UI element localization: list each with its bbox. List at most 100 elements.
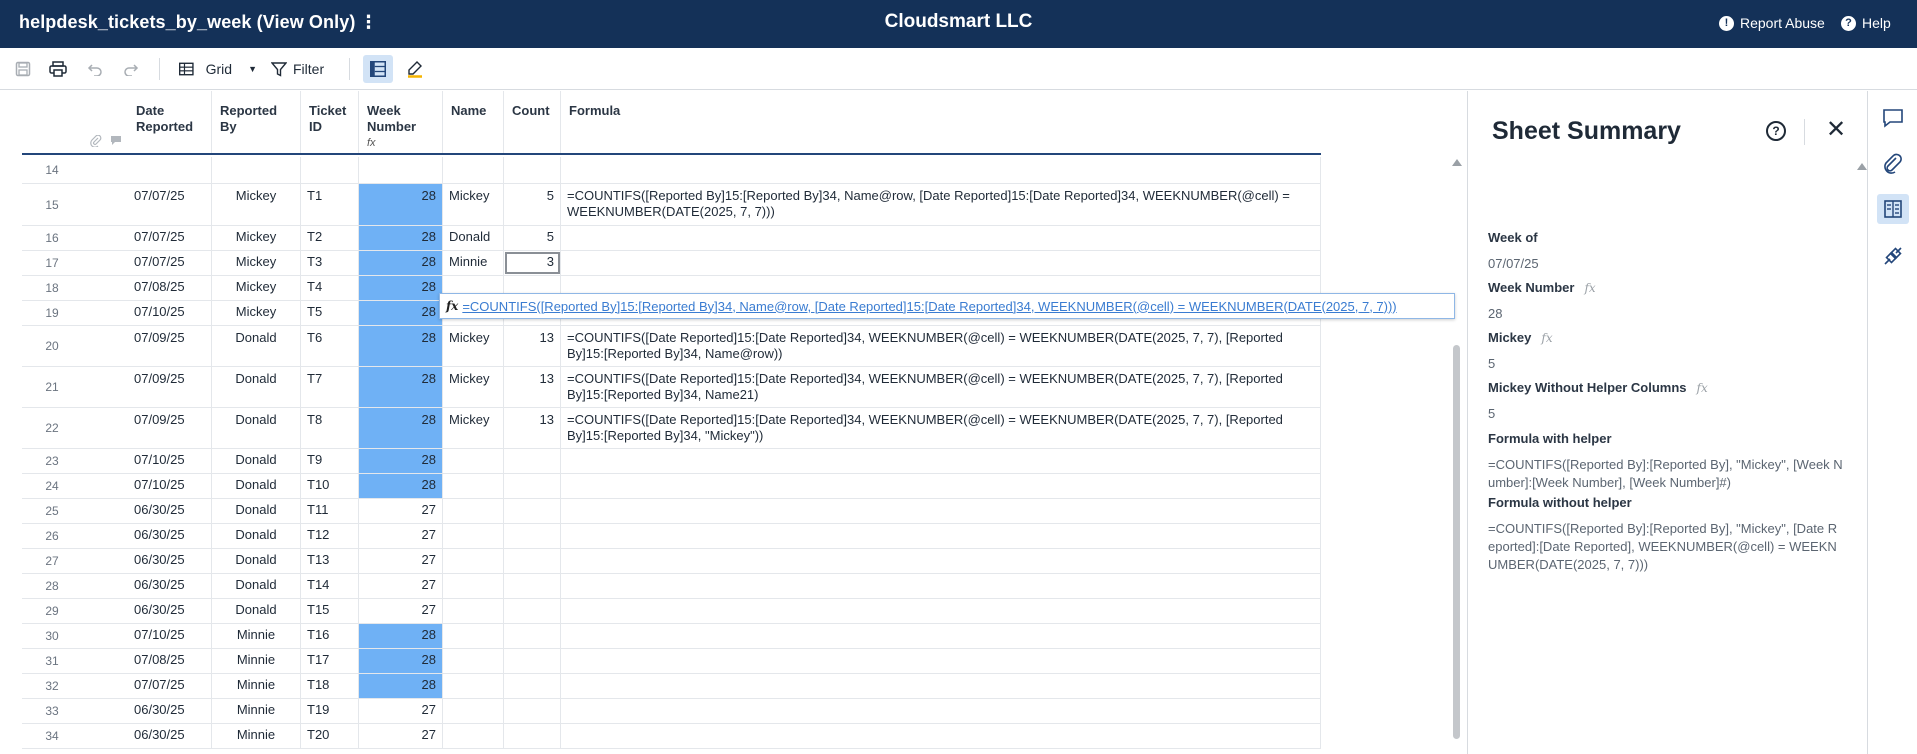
cell-ticket-id[interactable]: T8 — [301, 408, 359, 448]
table-row[interactable]: 31 07/08/25 Minnie T17 28 — [22, 649, 1321, 674]
column-header-ticket-id[interactable]: Ticket ID — [301, 91, 359, 153]
cell-ticket-id[interactable]: T19 — [301, 699, 359, 723]
cell-name[interactable] — [443, 549, 504, 573]
cell-reported-by[interactable]: Mickey — [212, 251, 301, 275]
table-row[interactable]: 21 07/09/25 Donald T7 28 Mickey 13 =COUNTIFS([D… — [22, 367, 1321, 408]
row-number[interactable]: 18 — [22, 276, 82, 300]
cell-count[interactable] — [504, 674, 561, 698]
row-number[interactable]: 32 — [22, 674, 82, 698]
cell-reported-by[interactable]: Donald — [212, 524, 301, 548]
column-header-date-reported[interactable]: Date Reported — [128, 91, 212, 153]
cell-count[interactable] — [504, 499, 561, 523]
sheet-summary-toggle[interactable] — [363, 55, 393, 83]
cell-count[interactable]: 13 — [504, 367, 561, 407]
summary-field[interactable]: Formula with helper =COUNTIFS([Reported B… — [1488, 431, 1843, 492]
help-link[interactable]: ? Help — [1841, 15, 1891, 31]
redo-icon[interactable] — [120, 57, 142, 81]
row-number[interactable]: 23 — [22, 449, 82, 473]
cell-date-reported[interactable]: 07/09/25 — [128, 326, 212, 366]
cell-week-number[interactable]: 27 — [359, 524, 443, 548]
cell-reported-by[interactable]: Minnie — [212, 649, 301, 673]
cell-reported-by[interactable]: Mickey — [212, 276, 301, 300]
cell-formula[interactable]: =COUNTIFS([Date Reported]15:[Date Report… — [561, 408, 1321, 448]
row-number[interactable]: 27 — [22, 549, 82, 573]
cell-date-reported[interactable]: 06/30/25 — [128, 499, 212, 523]
cell-week-number[interactable]: 27 — [359, 699, 443, 723]
row-number[interactable]: 14 — [22, 157, 82, 183]
cell-count[interactable] — [504, 574, 561, 598]
cell-date-reported[interactable]: 07/07/25 — [128, 226, 212, 250]
connections-icon[interactable] — [1877, 241, 1909, 271]
cell-date-reported[interactable]: 07/10/25 — [128, 301, 212, 325]
row-number[interactable]: 31 — [22, 649, 82, 673]
column-header-formula[interactable]: Formula — [561, 91, 1321, 153]
cell-name[interactable]: Minnie — [443, 251, 504, 275]
cell-ticket-id[interactable]: T3 — [301, 251, 359, 275]
cell-reported-by[interactable]: Mickey — [212, 301, 301, 325]
table-row[interactable]: 30 07/10/25 Minnie T16 28 — [22, 624, 1321, 649]
column-header-week-number[interactable]: Week Number fx — [359, 91, 443, 153]
cell-reported-by[interactable]: Mickey — [212, 184, 301, 225]
cell-name[interactable] — [443, 499, 504, 523]
scroll-thumb[interactable] — [1453, 345, 1460, 739]
summary-field[interactable]: Week Number fx 28 — [1488, 280, 1843, 323]
cell-week-number[interactable]: 28 — [359, 649, 443, 673]
cell-count[interactable] — [504, 649, 561, 673]
cell-week-number[interactable]: 28 — [359, 624, 443, 648]
cell-ticket-id[interactable]: T12 — [301, 524, 359, 548]
cell-name[interactable]: Mickey — [443, 184, 504, 225]
cell-count[interactable] — [504, 157, 561, 183]
row-number[interactable]: 33 — [22, 699, 82, 723]
cell-count[interactable] — [504, 549, 561, 573]
cell-date-reported[interactable]: 07/10/25 — [128, 624, 212, 648]
table-row[interactable]: 27 06/30/25 Donald T13 27 — [22, 549, 1321, 574]
table-row[interactable]: 15 07/07/25 Mickey T1 28 Mickey 5 =COUNTIFS([Re… — [22, 184, 1321, 226]
cell-week-number[interactable]: 28 — [359, 251, 443, 275]
cell-formula[interactable] — [561, 649, 1321, 673]
cell-count[interactable]: 5 — [504, 184, 561, 225]
table-row[interactable]: 33 06/30/25 Minnie T19 27 — [22, 699, 1321, 724]
cell-week-number[interactable]: 27 — [359, 599, 443, 623]
cell-name[interactable] — [443, 449, 504, 473]
cell-reported-by[interactable]: Donald — [212, 449, 301, 473]
cell-date-reported[interactable]: 07/07/25 — [128, 674, 212, 698]
table-row[interactable]: 34 06/30/25 Minnie T20 27 — [22, 724, 1321, 749]
cell-date-reported[interactable]: 06/30/25 — [128, 574, 212, 598]
cell-date-reported[interactable]: 06/30/25 — [128, 599, 212, 623]
filter-button[interactable]: Filter — [271, 57, 331, 81]
sheet-menu-icon[interactable]: ⋮ — [359, 12, 377, 32]
cell-reported-by[interactable]: Donald — [212, 474, 301, 498]
table-row[interactable]: 22 07/09/25 Donald T8 28 Mickey 13 =COUNTIFS([D… — [22, 408, 1321, 449]
row-number[interactable]: 34 — [22, 724, 82, 748]
row-number[interactable]: 22 — [22, 408, 82, 448]
cell-name[interactable] — [443, 674, 504, 698]
cell-date-reported[interactable]: 07/07/25 — [128, 184, 212, 225]
row-number[interactable]: 17 — [22, 251, 82, 275]
cell-week-number[interactable]: 27 — [359, 724, 443, 748]
cell-count[interactable] — [504, 699, 561, 723]
cell-reported-by[interactable]: Minnie — [212, 624, 301, 648]
row-number[interactable]: 25 — [22, 499, 82, 523]
table-row[interactable]: 16 07/07/25 Mickey T2 28 Donald 5 — [22, 226, 1321, 251]
cell-date-reported[interactable]: 07/10/25 — [128, 449, 212, 473]
cell-count[interactable] — [504, 724, 561, 748]
table-row[interactable]: 20 07/09/25 Donald T6 28 Mickey 13 =COUNTIFS([D… — [22, 326, 1321, 367]
cell-ticket-id[interactable] — [301, 157, 359, 183]
cell-count[interactable] — [504, 449, 561, 473]
cell-formula[interactable]: =COUNTIFS([Date Reported]15:[Date Report… — [561, 326, 1321, 366]
cell-formula[interactable] — [561, 524, 1321, 548]
cell-ticket-id[interactable]: T17 — [301, 649, 359, 673]
cell-name[interactable] — [443, 599, 504, 623]
cell-formula[interactable] — [561, 157, 1321, 183]
cell-formula[interactable] — [561, 549, 1321, 573]
cell-count[interactable]: 13 — [504, 326, 561, 366]
cell-formula[interactable] — [561, 251, 1321, 275]
cell-date-reported[interactable]: 06/30/25 — [128, 549, 212, 573]
cell-date-reported[interactable] — [128, 157, 212, 183]
cell-ticket-id[interactable]: T10 — [301, 474, 359, 498]
row-number[interactable]: 19 — [22, 301, 82, 325]
cell-date-reported[interactable]: 07/09/25 — [128, 408, 212, 448]
table-row[interactable]: 32 07/07/25 Minnie T18 28 — [22, 674, 1321, 699]
cell-formula[interactable]: =COUNTIFS([Reported By]15:[Reported By]3… — [561, 184, 1321, 225]
highlight-icon[interactable] — [403, 57, 427, 81]
